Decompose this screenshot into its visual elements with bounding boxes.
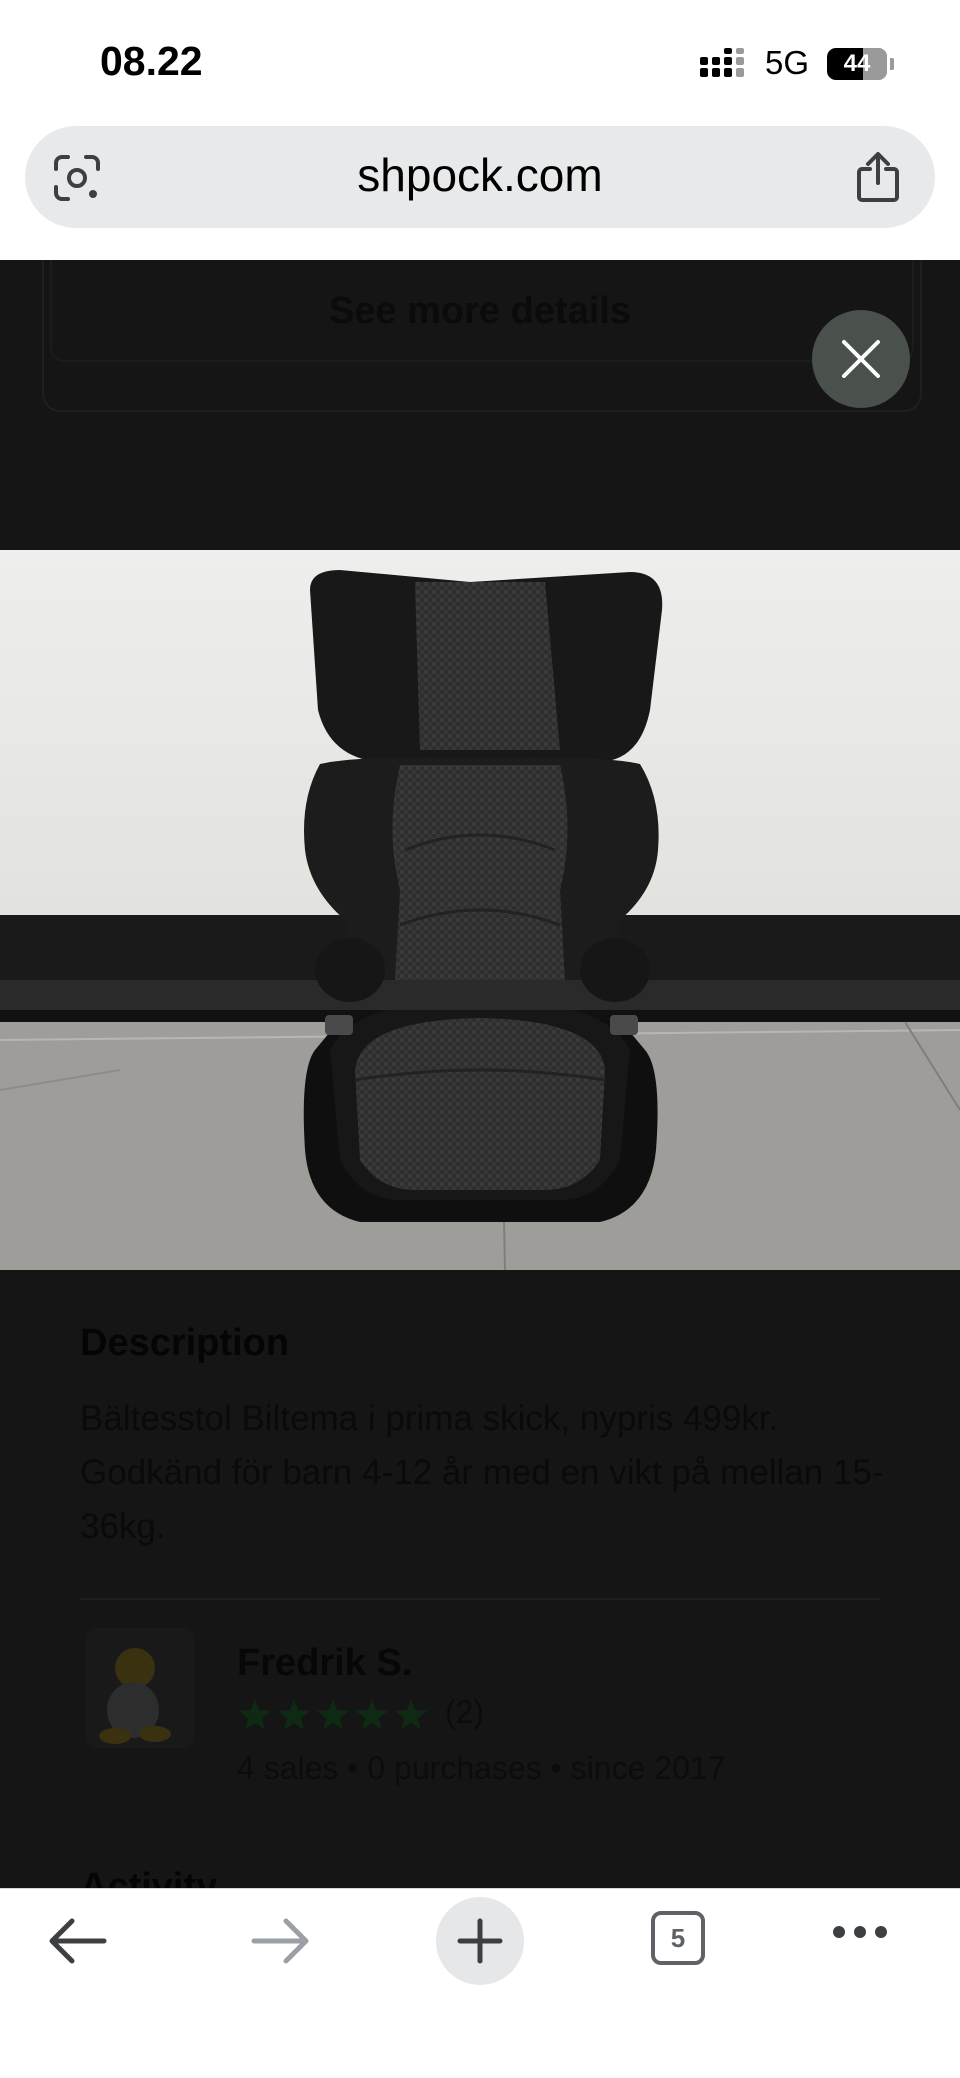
seller-stats: 4 sales • 0 purchases • since 2017	[237, 1750, 726, 1786]
description-title: Description	[80, 1322, 290, 1364]
new-tab-button[interactable]	[436, 1897, 524, 1985]
divider	[80, 1598, 880, 1600]
battery-icon: 44	[827, 48, 887, 80]
seller-name[interactable]: Fredrik S.	[237, 1642, 412, 1685]
more-icon[interactable]	[832, 1924, 888, 1940]
star-icon	[277, 1699, 311, 1730]
share-icon[interactable]	[856, 151, 900, 203]
close-icon	[842, 340, 880, 378]
star-icon	[238, 1699, 272, 1730]
battery-tip	[890, 58, 894, 70]
forward-icon[interactable]	[250, 1913, 310, 1969]
product-image[interactable]	[0, 550, 960, 1270]
star-icon	[355, 1699, 389, 1730]
homer-avatar-image	[99, 1640, 171, 1744]
seller-rating	[238, 1699, 428, 1730]
plus-icon	[457, 1918, 503, 1964]
screen: 08.22 5G 44 shpock.com See more details	[0, 0, 960, 2078]
status-time: 08.22	[100, 38, 203, 84]
star-icon	[394, 1699, 428, 1730]
signal-icon	[700, 48, 744, 77]
tabs-count: 5	[670, 1923, 686, 1953]
network-type: 5G	[765, 44, 810, 81]
tabs-button[interactable]: 5	[651, 1911, 705, 1965]
description-text: Bältesstol Biltema i prima skick, nypris…	[80, 1399, 884, 1546]
close-button[interactable]	[812, 310, 910, 408]
avatar[interactable]	[85, 1628, 195, 1748]
url-text: shpock.com	[357, 149, 603, 201]
back-icon[interactable]	[48, 1913, 108, 1969]
battery-level: 44	[843, 50, 871, 77]
star-icon	[316, 1699, 350, 1730]
rating-count: (2)	[445, 1694, 485, 1730]
